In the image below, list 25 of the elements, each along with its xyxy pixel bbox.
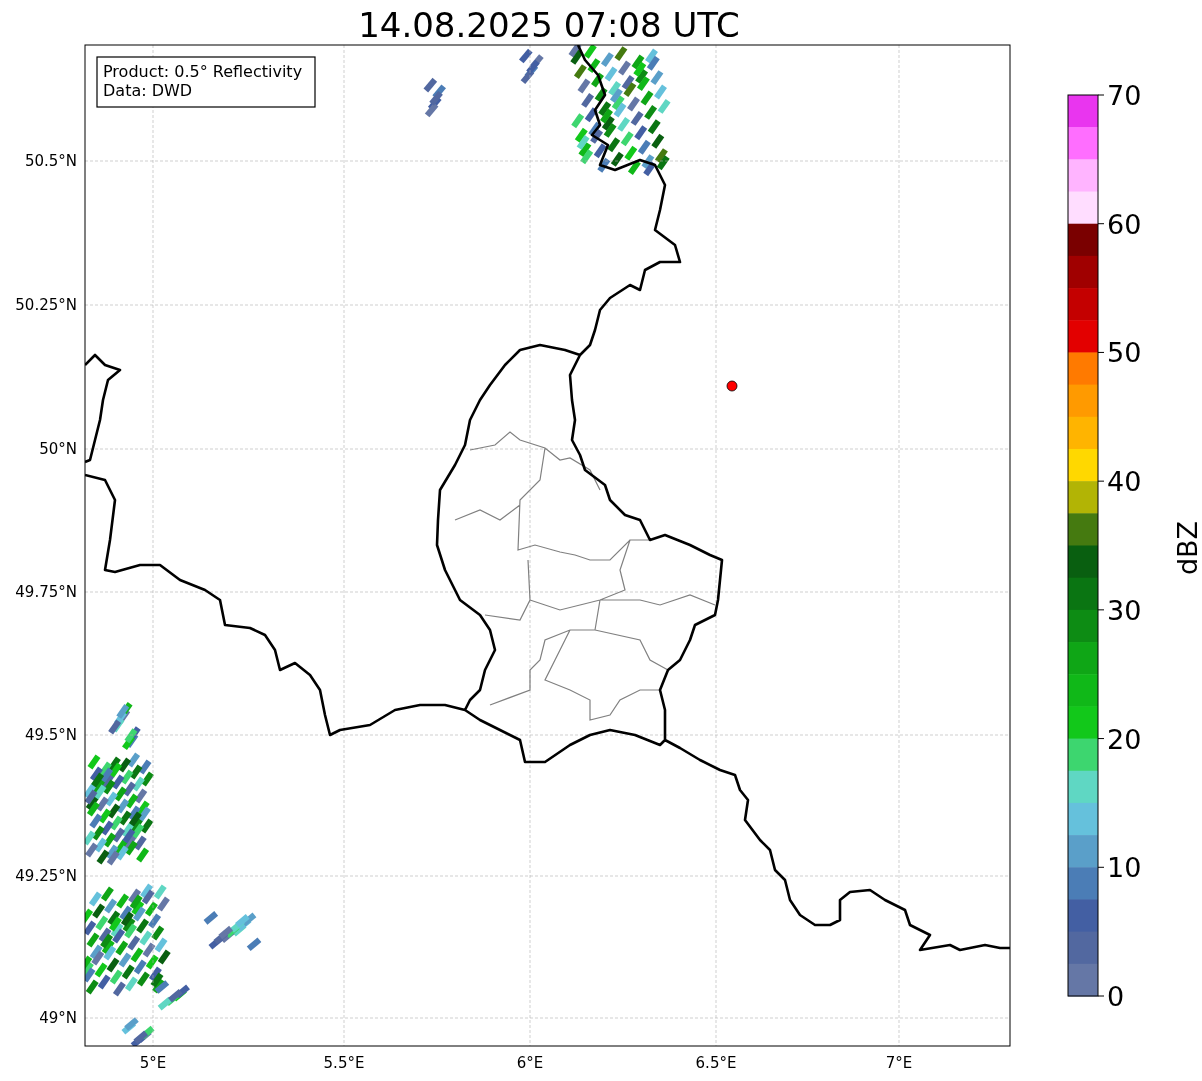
axis-tick-label: 6.5°E <box>695 1054 737 1072</box>
axis-tick-label: 49.25°N <box>15 867 77 885</box>
info-text: Data: DWD <box>103 81 193 100</box>
colorbar-tick-label: 0 <box>1107 981 1125 1012</box>
colorbar-tick-label: 30 <box>1107 594 1142 626</box>
axis-tick-label: 50.25°N <box>15 296 77 314</box>
axis-tick-label: 50°N <box>39 440 77 458</box>
axis-tick-label: 49°N <box>39 1009 77 1027</box>
colorbar-tick-label: 40 <box>1107 466 1142 498</box>
colorbar-tick-label: 70 <box>1107 80 1142 111</box>
chart-title: 14.08.2025 07:08 UTC <box>358 5 740 45</box>
colorbar-tick-label: 20 <box>1107 723 1142 755</box>
axis-tick-label: 6°E <box>516 1054 544 1072</box>
colorbar-label: dBZ <box>1172 520 1202 576</box>
axis-tick-label: 7°E <box>885 1054 913 1072</box>
axis-tick-label: 49.75°N <box>15 583 77 601</box>
info-text: Product: 0.5° Reflectivity <box>103 62 303 81</box>
colorbar-tick-label: 50 <box>1107 337 1142 369</box>
axis-tick-label: 50.5°N <box>24 152 77 170</box>
axis-tick-label: 5.5°E <box>323 1054 365 1072</box>
axis-tick-label: 5°E <box>139 1054 167 1072</box>
location-marker <box>726 380 738 392</box>
colorbar-tick-label: 10 <box>1107 852 1142 884</box>
colorbar-tick-label: 60 <box>1107 208 1142 240</box>
axis-tick-label: 49.5°N <box>24 726 77 744</box>
